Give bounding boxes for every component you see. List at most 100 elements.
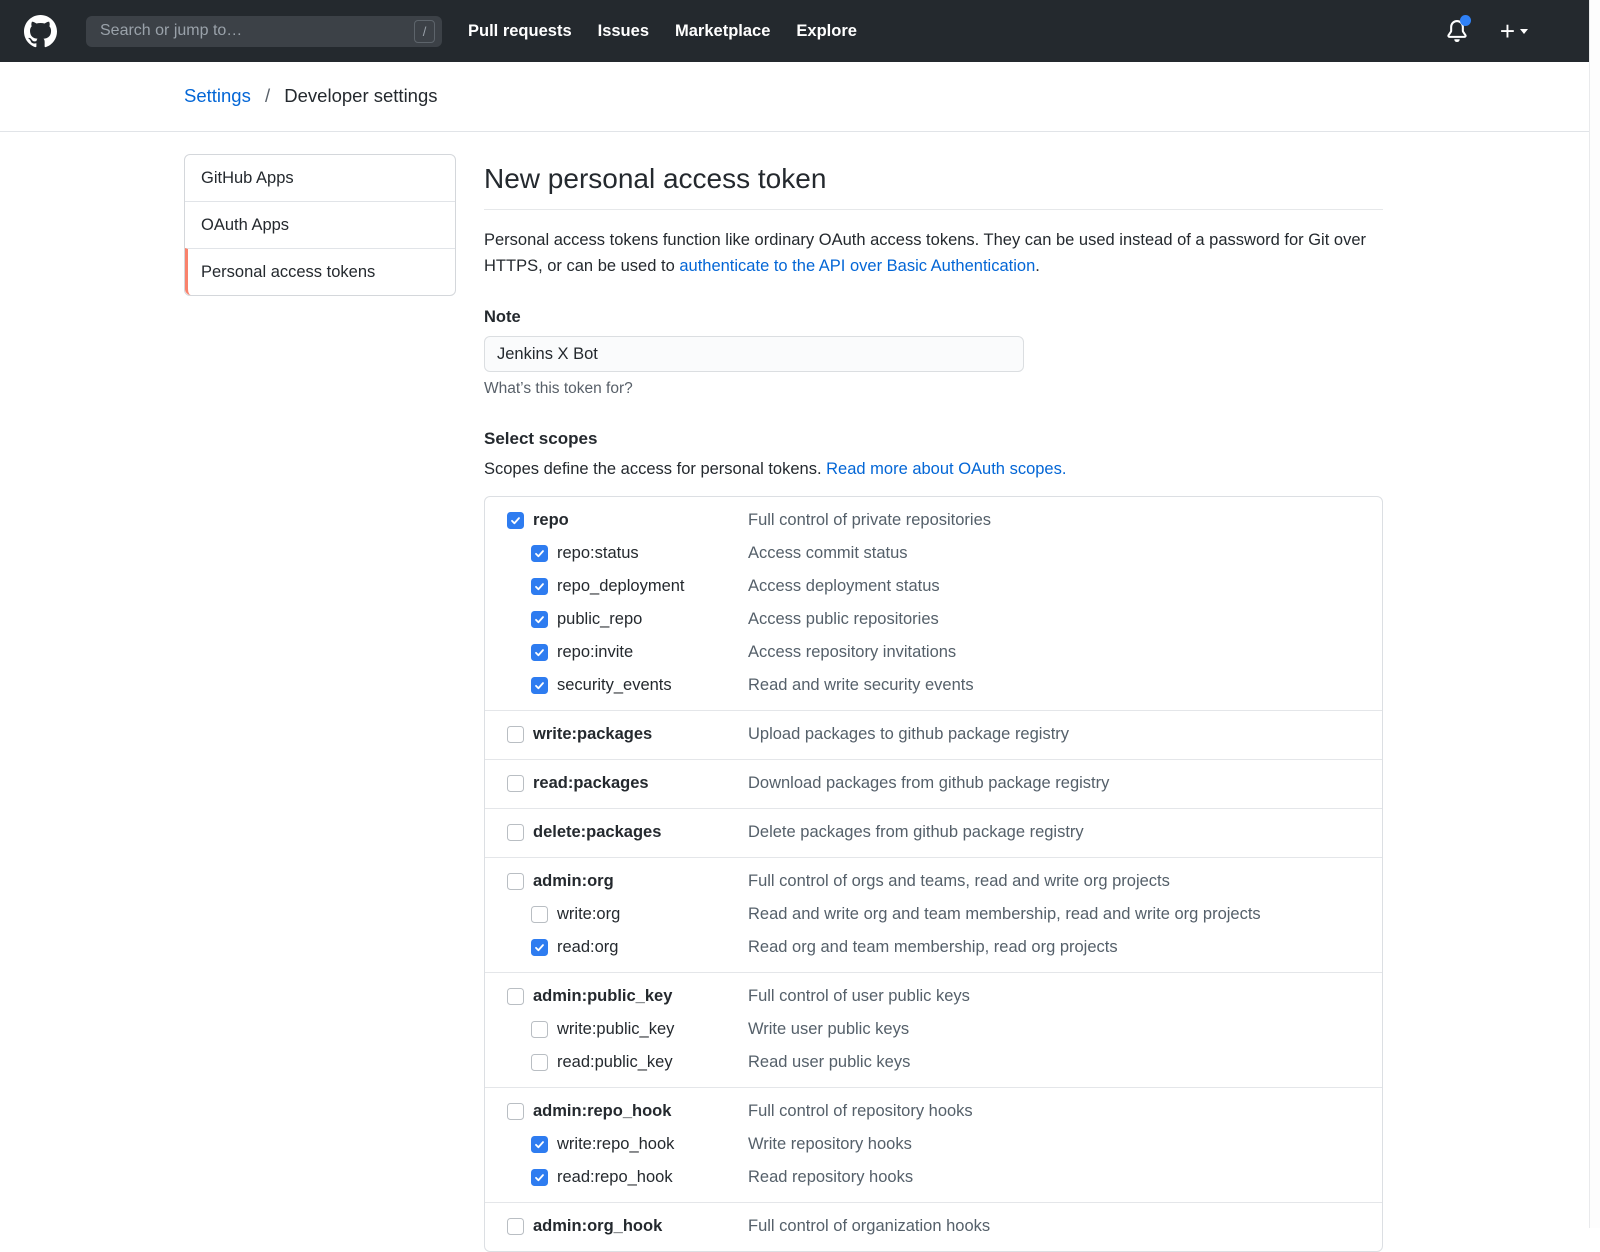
- scope-row-admin-org-hook: admin:org_hookFull control of organizati…: [507, 1216, 1362, 1237]
- scope-name-delete-packages[interactable]: delete:packages: [533, 822, 661, 843]
- scope-row-write-public-key: write:public_key Write user public keys: [507, 1019, 1362, 1040]
- scope-left-security-events: security_events: [507, 675, 748, 696]
- scope-desc-admin-repo-hook: Full control of repository hooks: [748, 1101, 973, 1122]
- scope-name-admin-org-hook[interactable]: admin:org_hook: [533, 1216, 662, 1237]
- scope-group-delete-packages: delete:packages Delete packages from gith…: [485, 808, 1382, 857]
- checkbox-admin-repo-hook[interactable]: [507, 1103, 524, 1120]
- checkbox-write-packages[interactable]: [507, 726, 524, 743]
- checkbox-read-public-key[interactable]: [531, 1054, 548, 1071]
- checkbox-read-org[interactable]: [531, 939, 548, 956]
- scope-name-write-org[interactable]: write:org: [557, 904, 620, 925]
- scope-desc-repo-invite: Access repository invitations: [748, 642, 956, 663]
- breadcrumb-bar: Settings / Developer settings: [0, 62, 1600, 132]
- scope-name-public-repo[interactable]: public_repo: [557, 609, 642, 630]
- scope-left-repo-deployment: repo_deployment: [507, 576, 748, 597]
- breadcrumb: Settings / Developer settings: [184, 62, 1600, 131]
- scope-row-write-repo-hook: write:repo_hook Write repository hooks: [507, 1134, 1362, 1155]
- scope-group-admin-org: admin:orgFull control of orgs and teams,…: [485, 857, 1382, 972]
- checkbox-security-events[interactable]: [531, 677, 548, 694]
- scopes-description-text: Scopes define the access for personal to…: [484, 460, 826, 478]
- scope-name-write-packages[interactable]: write:packages: [533, 724, 652, 745]
- scope-name-admin-org[interactable]: admin:org: [533, 871, 614, 892]
- scope-group-write-packages: write:packages Upload packages to github …: [485, 710, 1382, 759]
- scope-desc-write-packages: Upload packages to github package regist…: [748, 724, 1069, 745]
- checkbox-write-org[interactable]: [531, 906, 548, 923]
- chevron-down-icon: [1520, 29, 1528, 34]
- scope-name-read-org[interactable]: read:org: [557, 937, 618, 958]
- nav-item-explore[interactable]: Explore: [796, 22, 857, 41]
- create-new-dropdown[interactable]: +: [1500, 21, 1528, 41]
- page-scrollbar[interactable]: [1589, 0, 1600, 1228]
- sidebar-item-oauth-apps[interactable]: OAuth Apps: [185, 201, 455, 248]
- plus-icon: +: [1500, 21, 1515, 41]
- header-right: +: [1446, 20, 1528, 42]
- breadcrumb-settings-link[interactable]: Settings: [184, 85, 251, 106]
- scope-name-admin-public-key[interactable]: admin:public_key: [533, 986, 672, 1007]
- checkbox-write-repo-hook[interactable]: [531, 1136, 548, 1153]
- sidebar-item-github-apps[interactable]: GitHub Apps: [185, 155, 455, 201]
- sidebar-item-personal-access-tokens[interactable]: Personal access tokens: [185, 248, 455, 295]
- scope-name-read-repo-hook[interactable]: read:repo_hook: [557, 1167, 673, 1188]
- scope-desc-delete-packages: Delete packages from github package regi…: [748, 822, 1084, 843]
- checkbox-public-repo[interactable]: [531, 611, 548, 628]
- github-logo-icon[interactable]: [24, 15, 57, 48]
- nav-item-marketplace[interactable]: Marketplace: [675, 22, 770, 41]
- breadcrumb-current: Developer settings: [284, 85, 437, 106]
- page-content: GitHub AppsOAuth AppsPersonal access tok…: [184, 154, 1383, 1252]
- checkbox-read-repo-hook[interactable]: [531, 1169, 548, 1186]
- unread-notifications-dot: [1460, 15, 1471, 26]
- intro-text-after: .: [1035, 257, 1040, 275]
- scope-desc-read-packages: Download packages from github package re…: [748, 773, 1109, 794]
- scope-name-repo-status[interactable]: repo:status: [557, 543, 639, 564]
- scope-left-admin-repo-hook: admin:repo_hook: [507, 1101, 748, 1122]
- checkbox-delete-packages[interactable]: [507, 824, 524, 841]
- scope-name-admin-repo-hook[interactable]: admin:repo_hook: [533, 1101, 671, 1122]
- scope-name-repo-invite[interactable]: repo:invite: [557, 642, 633, 663]
- scope-name-write-repo-hook[interactable]: write:repo_hook: [557, 1134, 674, 1155]
- scope-name-repo-deployment[interactable]: repo_deployment: [557, 576, 685, 597]
- checkbox-admin-org-hook[interactable]: [507, 1218, 524, 1235]
- token-note-input[interactable]: [484, 336, 1024, 372]
- checkbox-write-public-key[interactable]: [531, 1021, 548, 1038]
- scope-row-public-repo: public_repoAccess public repositories: [507, 609, 1362, 630]
- checkbox-admin-public-key[interactable]: [507, 988, 524, 1005]
- scope-row-admin-public-key: admin:public_key Full control of user pub…: [507, 986, 1362, 1007]
- checkbox-read-packages[interactable]: [507, 775, 524, 792]
- checkbox-admin-org[interactable]: [507, 873, 524, 890]
- oauth-scopes-link[interactable]: Read more about OAuth scopes.: [826, 460, 1066, 478]
- scope-desc-write-public-key: Write user public keys: [748, 1019, 909, 1040]
- scope-left-read-repo-hook: read:repo_hook: [507, 1167, 748, 1188]
- checkbox-repo-deployment[interactable]: [531, 578, 548, 595]
- scope-left-write-org: write:org: [507, 904, 748, 925]
- scope-left-write-packages: write:packages: [507, 724, 748, 745]
- basic-auth-link[interactable]: authenticate to the API over Basic Authe…: [679, 257, 1035, 275]
- scope-desc-write-repo-hook: Write repository hooks: [748, 1134, 912, 1155]
- notifications-bell-icon[interactable]: [1446, 20, 1468, 42]
- scope-name-read-public-key[interactable]: read:public_key: [557, 1052, 673, 1073]
- checkbox-repo-status[interactable]: [531, 545, 548, 562]
- checkbox-repo-invite[interactable]: [531, 644, 548, 661]
- page-title: New personal access token: [484, 160, 1383, 210]
- scope-row-admin-org: admin:orgFull control of orgs and teams,…: [507, 871, 1362, 892]
- checkbox-repo[interactable]: [507, 512, 524, 529]
- note-label: Note: [484, 308, 1383, 327]
- scope-row-repo-invite: repo:invite Access repository invitations: [507, 642, 1362, 663]
- scopes-box: repoFull control of private repositories…: [484, 496, 1383, 1252]
- scope-name-security-events[interactable]: security_events: [557, 675, 672, 696]
- scope-row-security-events: security_events Read and write security e…: [507, 675, 1362, 696]
- scope-left-write-public-key: write:public_key: [507, 1019, 748, 1040]
- scope-name-repo[interactable]: repo: [533, 510, 569, 531]
- scope-name-write-public-key[interactable]: write:public_key: [557, 1019, 674, 1040]
- scope-name-read-packages[interactable]: read:packages: [533, 773, 649, 794]
- scope-desc-write-org: Read and write org and team membership, …: [748, 904, 1261, 925]
- scope-desc-repo-deployment: Access deployment status: [748, 576, 940, 597]
- scope-row-write-packages: write:packages Upload packages to github …: [507, 724, 1362, 745]
- nav-item-issues[interactable]: Issues: [598, 22, 649, 41]
- search-input[interactable]: [98, 21, 414, 41]
- developer-settings-sidebar: GitHub AppsOAuth AppsPersonal access tok…: [184, 154, 456, 296]
- nav-item-pull-requests[interactable]: Pull requests: [468, 22, 572, 41]
- scope-group-read-packages: read:packages Download packages from gith…: [485, 759, 1382, 808]
- scope-desc-security-events: Read and write security events: [748, 675, 974, 696]
- scope-desc-admin-public-key: Full control of user public keys: [748, 986, 970, 1007]
- header-search[interactable]: /: [86, 16, 442, 47]
